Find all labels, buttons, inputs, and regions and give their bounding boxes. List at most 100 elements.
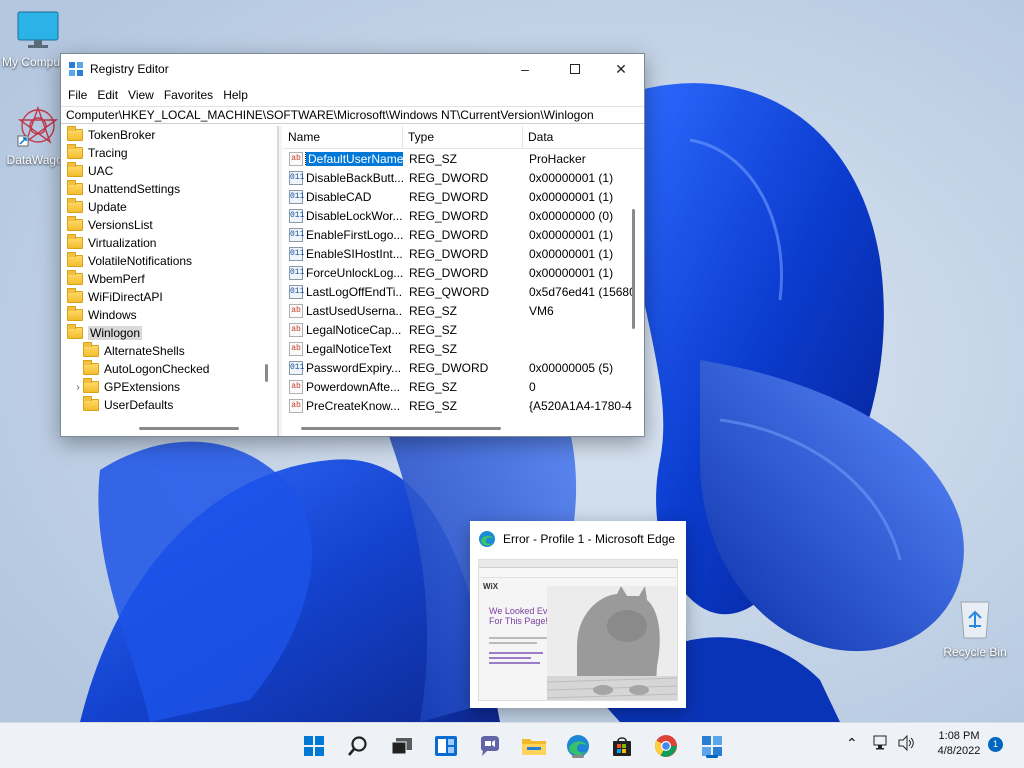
folder-icon	[67, 234, 83, 249]
value-row[interactable]: 011 DisableLockWor... REG_DWORD 0x00000000 …	[283, 206, 644, 225]
search-button[interactable]	[343, 731, 373, 761]
tree-key[interactable]: Winlogon	[61, 324, 277, 342]
value-row[interactable]: ab LegalNoticeCap... REG_SZ	[283, 320, 644, 339]
value-type: REG_SZ	[409, 341, 458, 356]
edge-taskbar-button[interactable]	[563, 731, 593, 761]
tree-key[interactable]: UnattendSettings	[61, 180, 277, 198]
recycle-bin-desktop-icon[interactable]: Recycle Bin	[937, 598, 1013, 659]
value-row[interactable]: ab LastUsedUserna... REG_SZ VM6	[283, 301, 644, 320]
tree-key[interactable]: Windows	[61, 306, 277, 324]
tree-key[interactable]: WiFiDirectAPI	[61, 288, 277, 306]
minimize-button[interactable]: –	[502, 54, 548, 84]
close-button[interactable]: ✕	[598, 54, 644, 84]
tree-key-label: Update	[88, 200, 127, 214]
tree-key-label: VersionsList	[88, 218, 153, 232]
value-name: DisableLockWor...	[306, 208, 403, 223]
value-row[interactable]: 011 EnableFirstLogo... REG_DWORD 0x00000001…	[283, 225, 644, 244]
tree-vertical-scrollbar[interactable]	[265, 364, 268, 382]
value-name-cell: ab PowerdownAfte...	[283, 379, 403, 394]
binary-value-icon: 011	[289, 208, 304, 223]
chrome-button[interactable]	[651, 731, 681, 761]
value-row[interactable]: 011 DisableCAD REG_DWORD 0x00000001 (1)	[283, 187, 644, 206]
key-tree[interactable]: TokenBroker Tracing UAC UnattendSettings Upd…	[61, 126, 278, 436]
value-name-cell: ab LegalNoticeText	[283, 341, 403, 356]
regedit-taskbar-button[interactable]	[697, 731, 727, 761]
column-header-type[interactable]: Type	[403, 126, 523, 148]
menu-help[interactable]: Help	[218, 88, 253, 102]
value-name-cell: 011 ForceUnlockLog...	[283, 265, 403, 280]
value-row[interactable]: 011 EnableSIHostInt... REG_DWORD 0x00000001…	[283, 244, 644, 263]
column-header-data[interactable]: Data	[523, 126, 644, 148]
value-name-cell: 011 LastLogOffEndTi...	[283, 284, 403, 299]
title-bar[interactable]: Registry Editor – ✕	[61, 54, 644, 84]
registry-editor-window[interactable]: Registry Editor – ✕ File Edit View Favor…	[60, 53, 645, 437]
search-icon	[348, 736, 367, 756]
start-button[interactable]	[299, 731, 329, 761]
close-icon: ✕	[615, 60, 627, 77]
store-button[interactable]	[607, 731, 637, 761]
tree-key[interactable]: VolatileNotifications	[61, 252, 277, 270]
value-data: 0	[529, 379, 536, 394]
values-rows: ab DefaultUserName REG_SZ ProHacker 011 Disab…	[283, 149, 644, 415]
tree-key-label: WbemPerf	[88, 272, 145, 286]
list-header: Name Type Data	[283, 126, 644, 149]
list-vertical-scrollbar[interactable]	[632, 209, 635, 329]
tree-key[interactable]: Update	[61, 198, 277, 216]
tree-key[interactable]: AutoLogonChecked	[61, 360, 277, 378]
value-type: REG_QWORD	[409, 284, 490, 299]
recycle-bin-icon	[960, 601, 990, 639]
task-view-button[interactable]	[387, 731, 417, 761]
tree-key[interactable]: UAC	[61, 162, 277, 180]
values-list[interactable]: Name Type Data ab DefaultUserName REG_SZ Pr…	[283, 126, 644, 436]
value-row[interactable]: 011 ForceUnlockLog... REG_DWORD 0x00000001 …	[283, 263, 644, 282]
tree-key-label: Windows	[88, 308, 137, 322]
value-name: EnableSIHostInt...	[306, 246, 403, 261]
column-header-name[interactable]: Name	[283, 126, 403, 148]
value-row[interactable]: ab PowerdownAfte... REG_SZ 0	[283, 377, 644, 396]
value-row[interactable]: ab DefaultUserName REG_SZ ProHacker	[283, 149, 644, 168]
tree-horizontal-scrollbar[interactable]	[139, 427, 239, 430]
tree-key[interactable]: TokenBroker	[61, 126, 277, 144]
network-icon[interactable]	[873, 735, 891, 754]
value-row[interactable]: 011 LastLogOffEndTi... REG_QWORD 0x5d76ed41…	[283, 282, 644, 301]
notification-badge[interactable]: 1	[988, 737, 1003, 752]
value-row[interactable]: ab PreCreateKnow... REG_SZ {A520A1A4-1780-4	[283, 396, 644, 415]
chevron-right-icon[interactable]: ›	[73, 382, 83, 393]
value-name-cell: 011 PasswordExpiry...	[283, 360, 403, 375]
monitor-icon	[17, 11, 59, 48]
tree-key[interactable]: Tracing	[61, 144, 277, 162]
value-name: LegalNoticeCap...	[306, 322, 402, 337]
list-horizontal-scrollbar[interactable]	[301, 427, 501, 430]
start-icon	[304, 736, 324, 756]
value-data: 0x00000005 (5)	[529, 360, 614, 375]
widgets-button[interactable]	[431, 731, 461, 761]
maximize-button[interactable]	[552, 54, 598, 84]
address-bar[interactable]: Computer\HKEY_LOCAL_MACHINE\SOFTWARE\Mic…	[61, 106, 644, 124]
value-row[interactable]: 011 PasswordExpiry... REG_DWORD 0x00000005 …	[283, 358, 644, 377]
string-value-icon: ab	[289, 303, 303, 318]
chat-button[interactable]	[475, 731, 505, 761]
maximize-icon	[570, 64, 580, 74]
menu-view[interactable]: View	[123, 88, 159, 102]
menu-edit[interactable]: Edit	[92, 88, 123, 102]
value-name: DefaultUserName	[304, 151, 403, 166]
edge-thumbnail-preview[interactable]: Error - Profile 1 - Microsoft Edge WiX W…	[470, 521, 686, 708]
tree-key[interactable]: Virtualization	[61, 234, 277, 252]
value-row[interactable]: ab LegalNoticeText REG_SZ	[283, 339, 644, 358]
string-value-icon: ab	[289, 151, 303, 166]
menu-favorites[interactable]: Favorites	[159, 88, 218, 102]
value-row[interactable]: 011 DisableBackButt... REG_DWORD 0x00000001…	[283, 168, 644, 187]
file-explorer-button[interactable]	[519, 731, 549, 761]
tree-key[interactable]: UserDefaults	[61, 396, 277, 414]
datawagon-icon	[17, 105, 59, 147]
pane-splitter[interactable]	[278, 126, 282, 436]
volume-icon[interactable]	[898, 734, 916, 754]
value-type: REG_DWORD	[409, 246, 489, 261]
tree-key[interactable]: AlternateShells	[61, 342, 277, 360]
tree-key[interactable]: WbemPerf	[61, 270, 277, 288]
clock[interactable]: 1:08 PM 4/8/2022	[934, 730, 984, 757]
show-hidden-icons-button[interactable]: ⌃	[846, 735, 858, 752]
tree-key[interactable]: › GPExtensions	[61, 378, 277, 396]
tree-key[interactable]: VersionsList	[61, 216, 277, 234]
menu-file[interactable]: File	[63, 88, 92, 102]
